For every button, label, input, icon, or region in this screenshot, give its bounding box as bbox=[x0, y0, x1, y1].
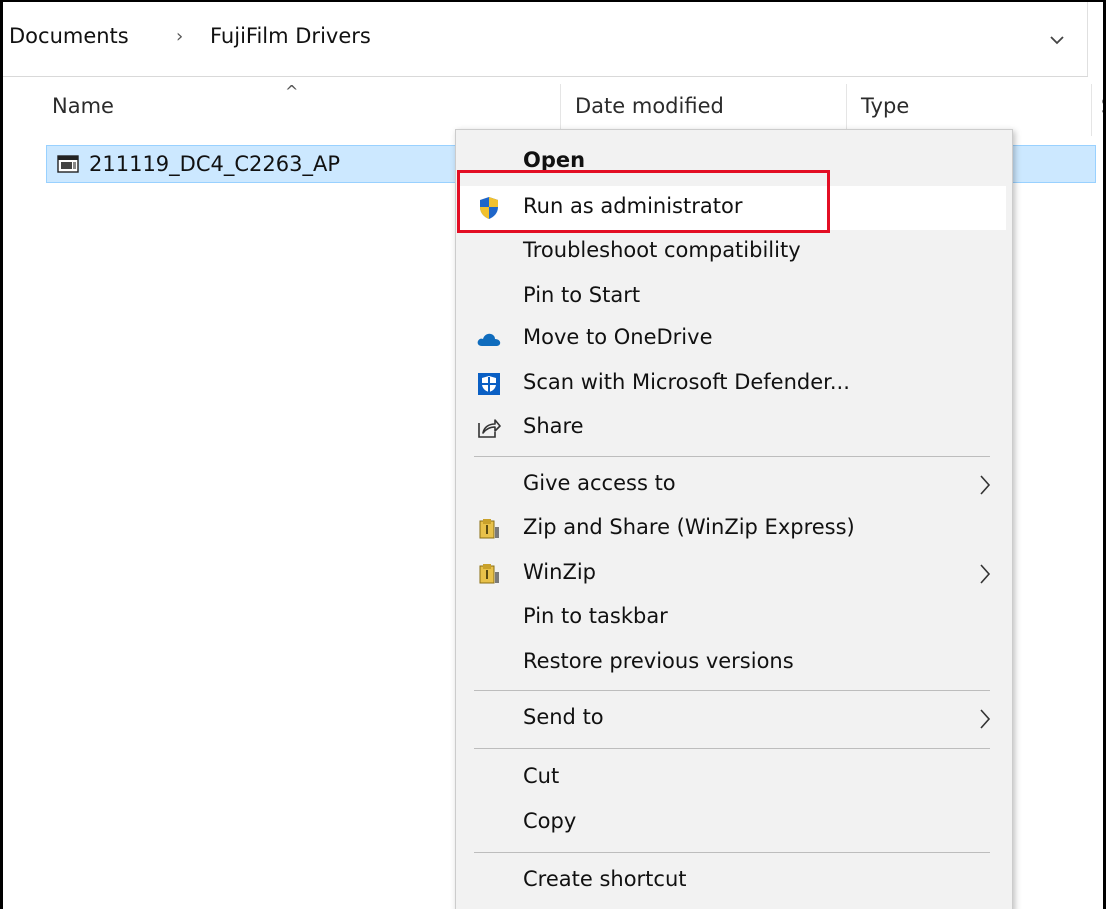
menu-item-label: Send to bbox=[523, 705, 604, 729]
menu-item-send-to[interactable]: Send to bbox=[460, 697, 1006, 741]
column-header-type[interactable]: Type bbox=[861, 94, 909, 118]
menu-item-pin-to-taskbar[interactable]: Pin to taskbar bbox=[460, 596, 1006, 640]
address-divider bbox=[1087, 2, 1088, 76]
winzip-icon bbox=[476, 516, 502, 542]
menu-item-label: Copy bbox=[523, 809, 577, 833]
onedrive-cloud-icon bbox=[476, 326, 502, 352]
menu-item-label: Restore previous versions bbox=[523, 649, 794, 673]
breadcrumb-item-fujifilm-drivers[interactable]: FujiFilm Drivers bbox=[210, 24, 371, 48]
menu-item-label: Give access to bbox=[523, 471, 676, 495]
column-header-name[interactable]: Name bbox=[52, 94, 114, 118]
menu-separator bbox=[474, 748, 990, 749]
chevron-right-icon bbox=[978, 707, 992, 731]
menu-item-label: Share bbox=[523, 414, 584, 438]
menu-item-label: Open bbox=[523, 148, 586, 172]
menu-item-give-access-to[interactable]: Give access to bbox=[460, 463, 1006, 507]
column-header-date-modified[interactable]: Date modified bbox=[575, 94, 724, 118]
menu-item-label: Zip and Share (WinZip Express) bbox=[523, 515, 855, 539]
menu-item-copy[interactable]: Copy bbox=[460, 801, 1006, 845]
breadcrumb-separator-icon[interactable]: › bbox=[176, 26, 183, 47]
menu-separator bbox=[474, 852, 990, 853]
menu-item-scan-with-defender[interactable]: Scan with Microsoft Defender... bbox=[460, 362, 1006, 406]
menu-item-label: Create shortcut bbox=[523, 867, 687, 891]
menu-item-cut[interactable]: Cut bbox=[460, 756, 1006, 800]
menu-item-zip-and-share[interactable]: Zip and Share (WinZip Express) bbox=[460, 507, 1006, 551]
context-menu: Open Run as administrator Troubleshoot c… bbox=[455, 129, 1013, 909]
breadcrumb-item-documents[interactable]: Documents bbox=[9, 24, 129, 48]
defender-shield-icon bbox=[476, 371, 502, 397]
chevron-right-icon bbox=[978, 562, 992, 586]
menu-item-label: Move to OneDrive bbox=[523, 325, 713, 349]
menu-item-winzip[interactable]: WinZip bbox=[460, 552, 1006, 596]
menu-item-troubleshoot-compatibility[interactable]: Troubleshoot compatibility bbox=[460, 230, 1006, 274]
menu-item-move-to-onedrive[interactable]: Move to OneDrive bbox=[460, 317, 1006, 361]
sort-ascending-icon: ^ bbox=[285, 82, 299, 101]
address-bar: Documents › FujiFilm Drivers bbox=[3, 2, 1091, 80]
menu-item-share[interactable]: Share bbox=[460, 406, 1006, 450]
menu-item-label: Pin to Start bbox=[523, 283, 641, 307]
executable-file-icon bbox=[57, 155, 79, 173]
menu-separator bbox=[474, 456, 990, 457]
file-name[interactable]: 211119_DC4_C2263_AP bbox=[89, 152, 340, 176]
menu-separator bbox=[474, 690, 990, 691]
column-divider[interactable] bbox=[1091, 84, 1092, 136]
chevron-down-icon[interactable] bbox=[1043, 26, 1071, 54]
menu-item-label: Cut bbox=[523, 764, 560, 788]
menu-item-restore-previous-versions[interactable]: Restore previous versions bbox=[460, 641, 1006, 685]
menu-item-label: Scan with Microsoft Defender... bbox=[523, 370, 850, 394]
menu-item-create-shortcut[interactable]: Create shortcut bbox=[460, 859, 1006, 903]
column-header-size[interactable]: S bbox=[1101, 94, 1103, 118]
share-icon bbox=[476, 415, 502, 441]
annotation-highlight-box bbox=[457, 170, 830, 233]
menu-item-label: WinZip bbox=[523, 560, 596, 584]
menu-item-label: Troubleshoot compatibility bbox=[523, 238, 801, 262]
chevron-right-icon bbox=[978, 473, 992, 497]
menu-item-label: Pin to taskbar bbox=[523, 604, 668, 628]
winzip-icon bbox=[476, 561, 502, 587]
menu-item-pin-to-start[interactable]: Pin to Start bbox=[460, 275, 1006, 319]
address-box[interactable]: Documents › FujiFilm Drivers bbox=[3, 2, 1088, 77]
explorer-window: Documents › FujiFilm Drivers ^ Name Date… bbox=[0, 0, 1106, 909]
